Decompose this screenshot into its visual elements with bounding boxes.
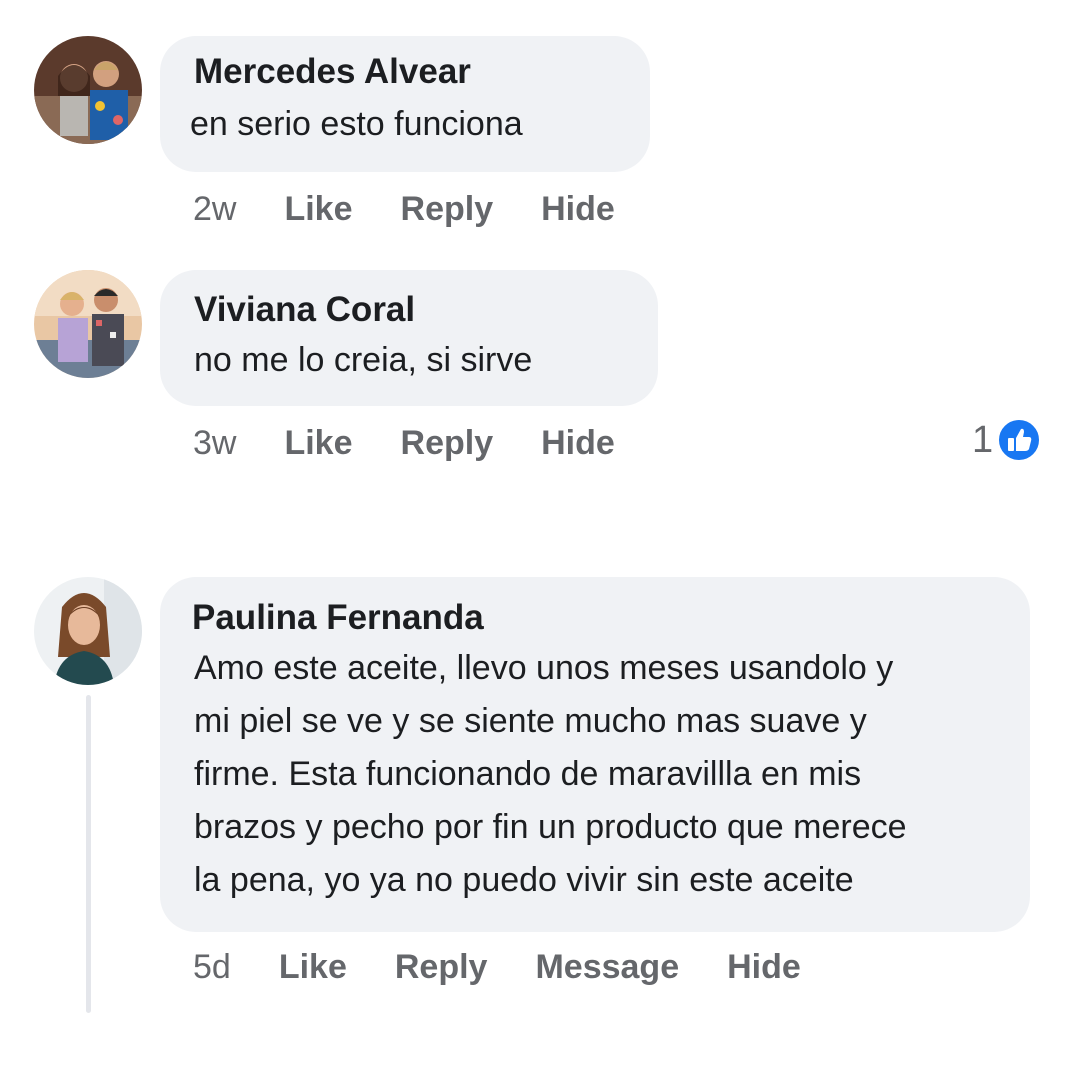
hide-button[interactable]: Hide [541,424,615,463]
comment-timestamp[interactable]: 2w [193,190,236,229]
comment-text: Amo este aceite, llevo unos meses usando… [194,649,907,899]
hide-button[interactable]: Hide [727,948,801,987]
reaction-count: 1 [972,418,994,461]
comment-actions: 2w Like Reply Hide [193,190,663,229]
comment-actions: 3w Like Reply Hide [193,424,663,463]
avatar[interactable] [34,577,142,685]
message-button[interactable]: Message [535,948,679,987]
comment-text: no me lo creia, si sirve [194,341,533,379]
hide-button[interactable]: Hide [541,190,615,229]
comment-timestamp[interactable]: 5d [193,948,231,987]
comment-timestamp[interactable]: 3w [193,424,236,463]
avatar[interactable] [34,270,142,378]
comment-actions: 5d Like Reply Message Hide [193,948,849,987]
reaction-summary[interactable]: 1 [972,418,1042,462]
like-button[interactable]: Like [279,948,347,987]
avatar[interactable] [34,36,142,144]
comment-author[interactable]: Mercedes Alvear [194,52,471,92]
reply-button[interactable]: Reply [395,948,488,987]
like-button[interactable]: Like [284,424,352,463]
comment-author[interactable]: Paulina Fernanda [192,598,484,638]
comment-text: en serio esto funciona [190,105,523,143]
reply-button[interactable]: Reply [401,424,494,463]
like-icon [997,418,1042,462]
reply-button[interactable]: Reply [401,190,494,229]
reply-thread-line [86,695,91,1013]
comment-author[interactable]: Viviana Coral [194,290,415,330]
like-button[interactable]: Like [284,190,352,229]
